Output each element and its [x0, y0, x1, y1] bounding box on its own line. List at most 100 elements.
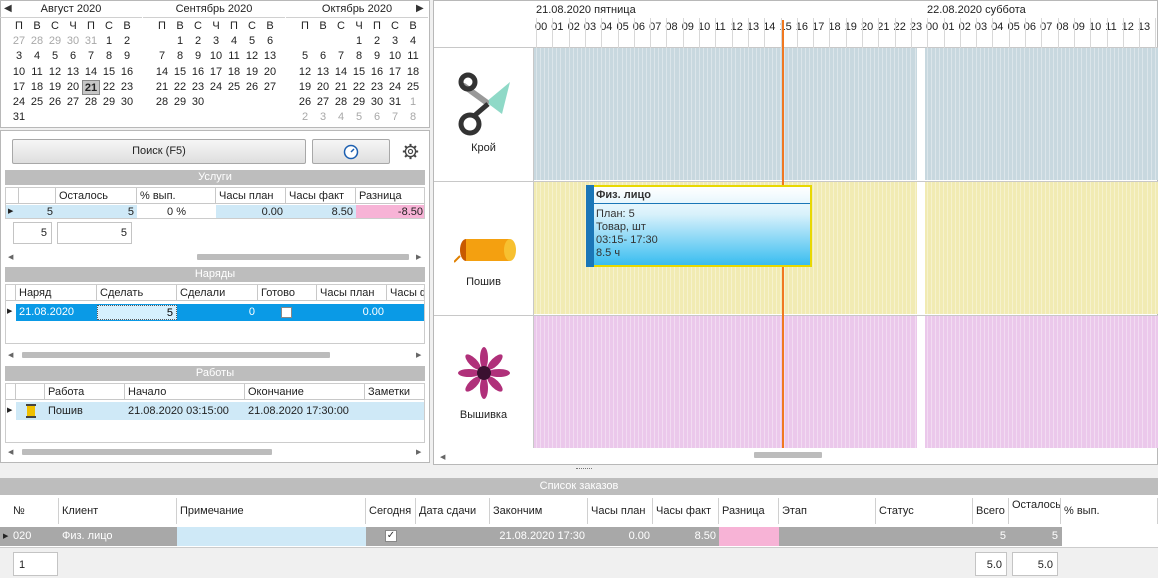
calendar-day[interactable]: 9	[118, 49, 136, 64]
calendar-day[interactable]: 19	[243, 65, 261, 80]
calendar-day[interactable]: 24	[10, 95, 28, 110]
order-col-header[interactable]: Закончим	[490, 498, 588, 524]
calendar-day[interactable]: 28	[153, 95, 171, 110]
order-col-header[interactable]: №	[10, 498, 59, 524]
today-checkbox[interactable]: ✓	[385, 530, 397, 542]
calendar-day[interactable]: 4	[28, 49, 46, 64]
calendar-day[interactable]: 3	[207, 34, 225, 49]
calendar-day[interactable]: 16	[189, 65, 207, 80]
gantt-event[interactable]: Физ. лицо План: 5 Товар, шт 03:15- 17:30…	[586, 185, 812, 267]
calendar-day[interactable]: 8	[350, 49, 368, 64]
clock-button[interactable]	[312, 139, 390, 164]
calendar-day[interactable]: 26	[296, 95, 314, 110]
calendar-day[interactable]: 13	[314, 65, 332, 80]
calendar-day[interactable]: 8	[171, 49, 189, 64]
calendar-day[interactable]: 1	[350, 34, 368, 49]
calendar-day[interactable]: 5	[296, 49, 314, 64]
calendar-day[interactable]: 4	[332, 110, 350, 125]
calendar-day[interactable]: 3	[10, 49, 28, 64]
calendar-day[interactable]: 1	[100, 34, 118, 49]
col-end[interactable]: Окончание	[245, 384, 365, 400]
calendar-day[interactable]: 4	[225, 34, 243, 49]
calendar-day[interactable]: 20	[64, 80, 82, 95]
service-cell[interactable]: 5	[19, 205, 56, 218]
works-scrollbar[interactable]	[22, 449, 272, 455]
work-cell[interactable]: 21.08.2020 03:15:00	[125, 404, 245, 419]
calendar-day[interactable]: 25	[404, 80, 422, 95]
order-col-header[interactable]: Часы план	[588, 498, 653, 524]
order-cell[interactable]: 5	[973, 527, 1009, 546]
calendar-day[interactable]: 12	[46, 65, 64, 80]
calendar-day[interactable]: 7	[386, 110, 404, 125]
search-button[interactable]: Поиск (F5)	[12, 139, 306, 164]
order-col-header[interactable]: Статус	[876, 498, 973, 524]
naryad-cell[interactable]: 5	[97, 305, 177, 320]
calendar-day[interactable]: 5	[350, 110, 368, 125]
calendar-day[interactable]: 30	[64, 34, 82, 49]
calendar-day[interactable]: 2	[296, 110, 314, 125]
gantt-scrollbar[interactable]	[754, 452, 822, 458]
order-cell[interactable]: 21.08.2020 17:30	[490, 527, 588, 546]
order-cell[interactable]: 5	[1009, 527, 1061, 546]
calendar-day[interactable]: 28	[28, 34, 46, 49]
work-cell[interactable]: Пошив	[45, 404, 125, 419]
calendar-day[interactable]: 16	[368, 65, 386, 80]
calendar-day[interactable]: 13	[261, 49, 279, 64]
calendar-day[interactable]: 27	[10, 34, 28, 49]
order-col-header[interactable]: Примечание	[177, 498, 366, 524]
calendar-day[interactable]: 6	[314, 49, 332, 64]
calendar-day[interactable]: 23	[189, 80, 207, 95]
work-cell[interactable]: 21.08.2020 17:30:00	[245, 404, 365, 419]
calendar-day[interactable]: 9	[189, 49, 207, 64]
col-notes[interactable]: Заметки	[365, 384, 424, 400]
col-work[interactable]: Работа	[45, 384, 125, 400]
calendar-day[interactable]: 16	[118, 65, 136, 80]
service-cell[interactable]: 8.50	[286, 205, 356, 218]
calendar-day[interactable]: 10	[10, 65, 28, 80]
calendar-day[interactable]: 7	[82, 49, 100, 64]
calendar-day[interactable]: 19	[296, 80, 314, 95]
order-col-header[interactable]: Клиент	[59, 498, 177, 524]
calendar-day[interactable]: 31	[386, 95, 404, 110]
calendar-day[interactable]: 30	[368, 95, 386, 110]
calendar-day[interactable]: 15	[171, 65, 189, 80]
calendar-day[interactable]: 8	[404, 110, 422, 125]
col-sdelat[interactable]: Сделать	[97, 285, 177, 301]
calendar-day[interactable]: 27	[261, 80, 279, 95]
naryad-cell[interactable]: 21.08.2020	[16, 305, 97, 320]
col-remaining[interactable]: Осталось	[56, 188, 137, 204]
calendar-day[interactable]: 13	[64, 65, 82, 80]
col-sdelali[interactable]: Сделали	[177, 285, 258, 301]
calendar-day[interactable]: 10	[207, 49, 225, 64]
col-hours-fact[interactable]: Часы факт	[286, 188, 356, 204]
calendar-day[interactable]: 26	[46, 95, 64, 110]
calendar-day[interactable]: 12	[243, 49, 261, 64]
calendar-day[interactable]: 2	[118, 34, 136, 49]
calendar-day[interactable]: 30	[118, 95, 136, 110]
calendar-day[interactable]: 5	[243, 34, 261, 49]
order-cell[interactable]: 0.00	[588, 527, 653, 546]
calendar-day[interactable]: 24	[386, 80, 404, 95]
col-hours-fact[interactable]: Часы ф	[387, 285, 424, 301]
calendar-day[interactable]: 18	[28, 80, 46, 95]
gear-icon[interactable]	[402, 143, 419, 160]
calendar-day[interactable]: 25	[28, 95, 46, 110]
calendar-day[interactable]: 29	[171, 95, 189, 110]
calendar-day[interactable]: 31	[82, 34, 100, 49]
naryady-scrollbar[interactable]	[22, 352, 330, 358]
col-start[interactable]: Начало	[125, 384, 245, 400]
calendar-day[interactable]: 24	[207, 80, 225, 95]
calendar-day[interactable]: 1	[171, 34, 189, 49]
calendar-day[interactable]: 20	[314, 80, 332, 95]
order-col-header[interactable]: % вып.	[1061, 498, 1158, 524]
service-cell[interactable]: 0 %	[137, 205, 216, 218]
calendar-day[interactable]: 28	[332, 95, 350, 110]
calendar-day[interactable]: 21	[332, 80, 350, 95]
order-col-header[interactable]: Сегодня	[366, 498, 416, 524]
order-col-header[interactable]: Разница	[719, 498, 779, 524]
calendar-day[interactable]: 5	[46, 49, 64, 64]
calendar-day[interactable]: 2	[189, 34, 207, 49]
ready-checkbox[interactable]	[281, 307, 292, 318]
calendar-day[interactable]: 6	[64, 49, 82, 64]
calendar-day[interactable]: 7	[153, 49, 171, 64]
